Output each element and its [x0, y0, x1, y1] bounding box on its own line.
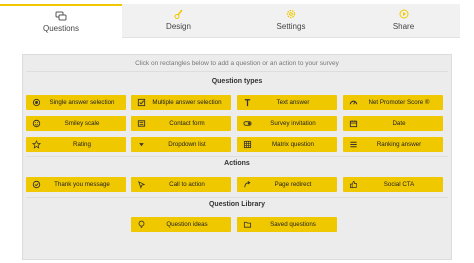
button-label: Thank you message	[54, 181, 110, 188]
add-dropdown-list-button[interactable]: Dropdown list	[131, 137, 231, 152]
add-thank-you-message-button[interactable]: Thank you message	[26, 177, 126, 192]
add-contact-form-button[interactable]: Contact form	[131, 116, 231, 131]
tab-settings[interactable]: Settings	[235, 4, 347, 38]
add-survey-invitation-button[interactable]: Survey invitation	[237, 116, 337, 131]
divider	[26, 197, 448, 198]
button-label: Smiley scale	[64, 120, 100, 127]
text-icon	[244, 99, 251, 107]
divider	[26, 71, 448, 72]
add-rating-button[interactable]: Rating	[26, 137, 126, 152]
tab-label: Settings	[276, 22, 306, 31]
button-label: Net Promoter Score ®	[368, 99, 430, 106]
button-label: Social CTA	[383, 181, 415, 188]
add-date-button[interactable]: Date	[343, 116, 443, 131]
add-multiple-answer-button[interactable]: Multiple answer selection	[131, 95, 231, 110]
button-label: Single answer selection	[49, 99, 115, 106]
checkbox-icon	[137, 98, 146, 107]
button-label: Ranking answer	[376, 141, 422, 148]
button-label: Question ideas	[166, 221, 208, 228]
saved-questions-button[interactable]: Saved questions	[237, 217, 337, 232]
add-text-answer-button[interactable]: Text answer	[237, 95, 337, 110]
add-ranking-answer-button[interactable]: Ranking answer	[343, 137, 443, 152]
button-label: Contact form	[169, 120, 205, 127]
tab-design[interactable]: Design	[122, 4, 235, 38]
tab-label: Design	[166, 22, 191, 31]
add-page-redirect-button[interactable]: Page redirect	[237, 177, 337, 192]
radio-icon	[32, 98, 41, 107]
button-label: Dropdown list	[168, 141, 206, 148]
add-social-cta-button[interactable]: Social CTA	[343, 177, 443, 192]
lightbulb-icon	[138, 220, 145, 229]
button-label: Saved questions	[270, 221, 316, 228]
grid-icon	[243, 140, 252, 149]
smiley-icon	[32, 119, 41, 128]
add-smiley-scale-button[interactable]: Smiley scale	[26, 116, 126, 131]
button-label: Rating	[73, 141, 91, 148]
button-label: Page redirect	[274, 181, 312, 188]
chat-icon	[55, 11, 67, 21]
list-icon	[350, 141, 357, 148]
star-icon	[32, 140, 41, 149]
folder-icon	[243, 221, 252, 228]
button-label: Multiple answer selection	[152, 99, 222, 106]
section-title-question-types: Question types	[211, 78, 263, 85]
button-label: Matrix question	[272, 141, 314, 148]
caret-down-icon	[139, 143, 144, 147]
button-label: Date	[392, 120, 406, 127]
add-matrix-question-button[interactable]: Matrix question	[237, 137, 337, 152]
add-single-answer-button[interactable]: Single answer selection	[26, 95, 126, 110]
tab-bar: Questions Design Settings Share	[0, 0, 474, 38]
gauge-icon	[349, 100, 358, 105]
check-circle-icon	[32, 180, 41, 189]
calendar-icon	[349, 120, 358, 128]
gear-icon	[286, 9, 296, 19]
section-title-question-library: Question Library	[208, 201, 265, 208]
share-icon	[399, 9, 408, 19]
button-label: Survey invitation	[270, 120, 316, 127]
tab-label: Share	[392, 22, 415, 31]
tab-share[interactable]: Share	[347, 4, 460, 38]
instruction-text: Click on rectangles below to add a quest…	[135, 60, 339, 67]
thumbs-up-icon	[349, 180, 358, 189]
redirect-icon	[244, 180, 251, 188]
tab-label: Questions	[42, 24, 80, 33]
question-ideas-button[interactable]: Question ideas	[131, 217, 231, 232]
tab-questions[interactable]: Questions	[0, 4, 122, 38]
contact-card-icon	[137, 120, 146, 127]
pointer-icon	[138, 180, 146, 189]
button-label: Text answer	[276, 99, 310, 106]
toggle-icon	[243, 121, 252, 126]
brush-icon	[174, 9, 183, 19]
add-nps-button[interactable]: Net Promoter Score ®	[343, 95, 443, 110]
add-call-to-action-button[interactable]: Call to action	[131, 177, 231, 192]
divider	[26, 156, 448, 157]
button-label: Call to action	[169, 181, 205, 188]
section-title-actions: Actions	[224, 160, 250, 167]
